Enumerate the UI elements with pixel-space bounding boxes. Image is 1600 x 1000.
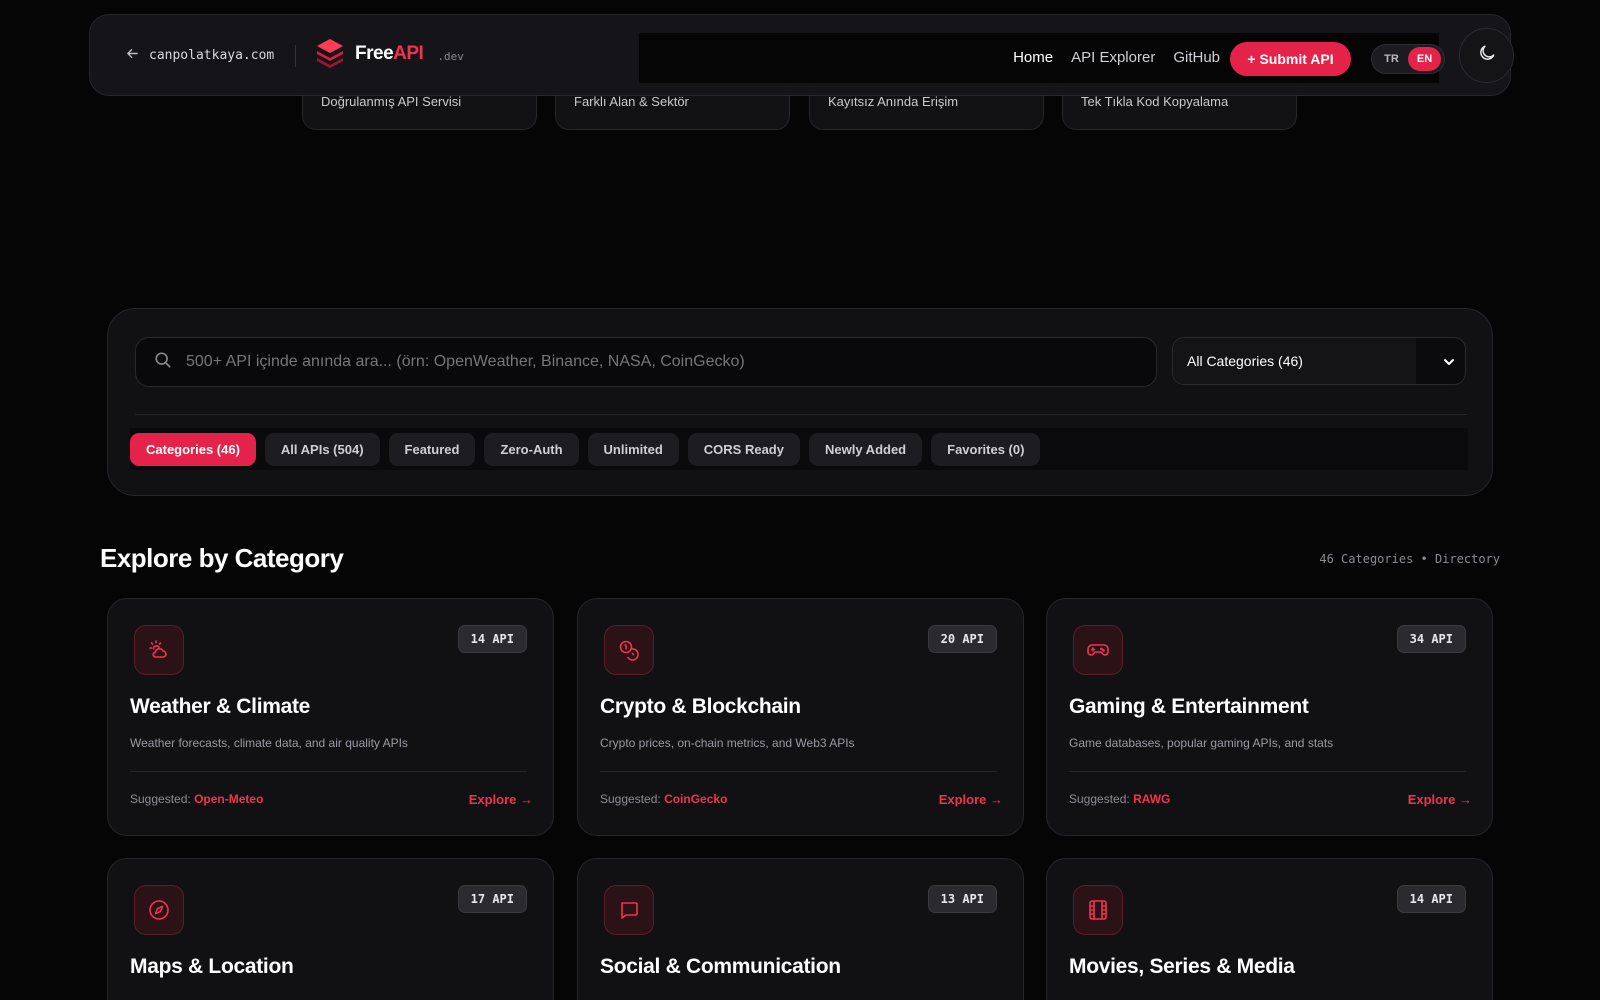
- card-divider: [1069, 771, 1466, 772]
- suggested-api-link[interactable]: Open-Meteo: [194, 792, 263, 806]
- coins-icon: [604, 625, 654, 675]
- header-divider: [295, 45, 296, 67]
- theme-toggle-button[interactable]: [1459, 28, 1514, 83]
- category-card-crypto[interactable]: 20 API Crypto & Blockchain Crypto prices…: [577, 598, 1024, 836]
- logo-tld: .dev: [437, 49, 464, 63]
- category-select[interactable]: All Categories (46): [1172, 337, 1466, 385]
- filter-zero-auth[interactable]: Zero-Auth: [484, 432, 579, 466]
- explore-link[interactable]: Explore →: [939, 792, 1003, 807]
- nav-home[interactable]: Home: [1013, 49, 1053, 66]
- lang-en-option[interactable]: EN: [1408, 47, 1441, 71]
- category-title: Weather & Climate: [130, 695, 311, 718]
- category-card-maps[interactable]: 17 API Maps & Location: [107, 858, 554, 1000]
- search-icon: [154, 351, 172, 374]
- feature-label: Doğrulanmış API Servisi: [321, 94, 462, 109]
- suggested-api: Suggested: Open-Meteo: [130, 792, 264, 806]
- chat-icon: [604, 885, 654, 935]
- moon-icon: [1477, 43, 1497, 68]
- category-description: Crypto prices, on-chain metrics, and Web…: [600, 736, 855, 750]
- feature-label: Tek Tıkla Kod Kopyalama: [1081, 94, 1229, 109]
- film-icon: [1073, 885, 1123, 935]
- suggested-api-link[interactable]: CoinGecko: [664, 792, 727, 806]
- api-count-badge: 14 API: [1396, 885, 1466, 913]
- logo-mark-icon: [315, 37, 345, 71]
- filter-featured[interactable]: Featured: [388, 432, 476, 466]
- logo-text: FreeAPI: [355, 43, 424, 64]
- explore-link[interactable]: Explore →: [1408, 792, 1472, 807]
- api-count-badge: 20 API: [927, 625, 997, 653]
- category-card-gaming[interactable]: 34 API Gaming & Entertainment Game datab…: [1046, 598, 1493, 836]
- category-title: Maps & Location: [130, 955, 294, 978]
- search-box[interactable]: [135, 337, 1157, 387]
- suggested-api: Suggested: RAWG: [1069, 792, 1171, 806]
- lang-tr-option[interactable]: TR: [1375, 47, 1408, 71]
- site-header: canpolatkaya.com FreeAPI .dev Home API E…: [89, 14, 1514, 96]
- api-count-badge: 17 API: [457, 885, 527, 913]
- filter-favorites[interactable]: Favorites (0): [931, 432, 1041, 466]
- category-description: Game databases, popular gaming APIs, and…: [1069, 736, 1334, 750]
- section-meta: 46 Categories • Directory: [1319, 552, 1500, 566]
- feature-label: Farklı Alan & Sektör: [574, 94, 689, 109]
- category-select-value: All Categories (46): [1173, 338, 1416, 384]
- back-link[interactable]: canpolatkaya.com: [126, 47, 274, 64]
- api-count-badge: 34 API: [1396, 625, 1466, 653]
- gamepad-icon: [1073, 625, 1123, 675]
- search-panel: All Categories (46) Categories (46) All …: [107, 308, 1493, 496]
- weather-icon: [134, 625, 184, 675]
- suggested-api-link[interactable]: RAWG: [1133, 792, 1170, 806]
- submit-api-button[interactable]: + Submit API: [1230, 42, 1351, 76]
- category-card-social[interactable]: 13 API Social & Communication: [577, 858, 1024, 1000]
- filter-newly-added[interactable]: Newly Added: [808, 432, 923, 466]
- api-count-badge: 14 API: [457, 625, 527, 653]
- section-title: Explore by Category: [100, 543, 344, 573]
- panel-divider: [135, 414, 1467, 415]
- feature-label: Kayıtsız Anında Erişim: [828, 94, 959, 109]
- filter-tabs: Categories (46) All APIs (504) Featured …: [130, 428, 1468, 470]
- category-card-weather[interactable]: 14 API Weather & Climate Weather forecas…: [107, 598, 554, 836]
- nav-api-explorer[interactable]: API Explorer: [1071, 49, 1155, 66]
- arrow-left-icon: [126, 47, 139, 64]
- category-description: Weather forecasts, climate data, and air…: [130, 736, 408, 750]
- nav-github[interactable]: GitHub: [1173, 49, 1220, 66]
- category-title: Crypto & Blockchain: [600, 695, 801, 718]
- back-link-label: canpolatkaya.com: [149, 48, 275, 63]
- logo[interactable]: FreeAPI .dev: [315, 37, 464, 71]
- api-count-badge: 13 API: [927, 885, 997, 913]
- main-nav: Home API Explorer GitHub: [1013, 49, 1220, 66]
- compass-icon: [134, 885, 184, 935]
- category-card-movies[interactable]: 14 API Movies, Series & Media: [1046, 858, 1493, 1000]
- language-toggle[interactable]: TR EN: [1371, 44, 1445, 74]
- filter-all-apis[interactable]: All APIs (504): [264, 432, 380, 466]
- suggested-api: Suggested: CoinGecko: [600, 792, 728, 806]
- filter-categories[interactable]: Categories (46): [130, 432, 256, 466]
- card-divider: [600, 771, 997, 772]
- category-title: Gaming & Entertainment: [1069, 695, 1309, 718]
- category-title: Movies, Series & Media: [1069, 955, 1295, 978]
- search-input[interactable]: [186, 353, 1156, 371]
- chevron-down-icon: [1443, 355, 1455, 373]
- filter-cors-ready[interactable]: CORS Ready: [687, 432, 800, 466]
- explore-link[interactable]: Explore →: [469, 792, 533, 807]
- card-divider: [130, 771, 527, 772]
- filter-unlimited[interactable]: Unlimited: [587, 432, 679, 466]
- category-title: Social & Communication: [600, 955, 841, 978]
